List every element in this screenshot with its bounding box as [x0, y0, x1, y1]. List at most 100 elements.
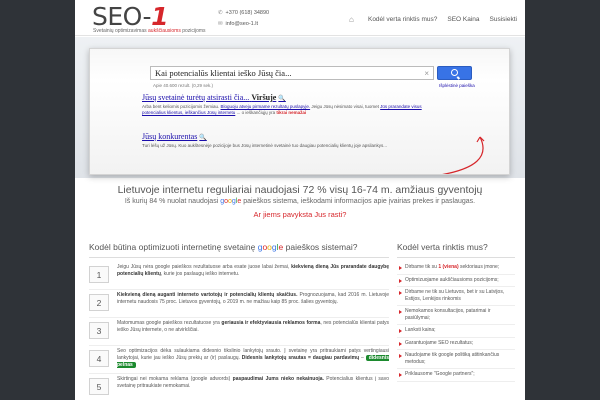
search-input-illustration: Kai potencialūs klientai ieško Jūsų čia.… — [150, 66, 434, 80]
search-illustration: Kai potencialūs klientai ieško Jūsų čia.… — [89, 48, 510, 175]
benefit-text: Dirbame tik su — [405, 264, 439, 270]
reason-text: Jeigu Jūsų nėra google paieškos rezultat… — [117, 264, 389, 278]
site-header: SEO-1 Svetainių optimizavimas aukščiausi… — [75, 0, 525, 36]
reason-text-bold: geriausia ir efektyviausia reklamos form… — [221, 320, 321, 326]
search-button-illustration — [437, 66, 472, 80]
benefit-item: Lanksti kaina; — [397, 325, 515, 338]
home-icon[interactable]: ⌂ — [349, 15, 358, 24]
phone-number: +370 (618) 34890 — [225, 10, 270, 16]
reasons-title-a: Kodėl būtina optimizuoti internetinę sve… — [89, 242, 258, 252]
contact-phone: ✆ +370 (618) 34890 — [218, 10, 269, 16]
reasons-section: Kodėl būtina optimizuoti internetinę sve… — [89, 242, 389, 400]
reason-text-bold: Kiekvieną dieną auganti interneto vartot… — [117, 292, 298, 298]
tagline-pre: Svetainių optimizavimas — [93, 28, 149, 34]
internet-usage-stat: Lietuvoje internetu reguliariai naudojas… — [117, 184, 483, 196]
reason-item: 3 Matomumas google paieškos rezultatuose … — [89, 318, 389, 346]
reason-text-bold: Didesnis lankytojų srautas = daugiau par… — [241, 355, 360, 361]
nav-item-contact[interactable]: Susisiekti — [490, 14, 517, 25]
sidebar-title: Kodėl verta rinktis mus? — [397, 242, 515, 258]
hero-section: Kai potencialūs klientai ieško Jūsų čia.… — [75, 37, 525, 178]
benefits-list: Dirbame tik su 1 (viena) sektoriaus įmon… — [397, 262, 515, 382]
reason-text-bold: paspaudimai Jums nieko nekainuoja. — [232, 376, 324, 382]
result-1-desc-c: ... o ieškančiųjų yra — [235, 110, 277, 115]
benefit-item: Optimizuojame aukščiausioms pozicijoms; — [397, 275, 515, 287]
result-1-desc-a: Arba bent keliomis pozicijomis žemiau. — [142, 104, 221, 109]
reason-item: 5 Skirtingai nei mokama reklama (google a… — [89, 374, 389, 400]
benefit-item: Naudojame tik google politiką atitinkanč… — [397, 350, 515, 369]
benefit-item: Dirbame ne tik su Lietuvos, bet ir su La… — [397, 287, 515, 306]
reason-number: 4 — [89, 350, 109, 367]
benefit-item: Nemokamos konsultacijos, patarimai ir pa… — [397, 306, 515, 325]
logo[interactable]: SEO-1 — [92, 4, 168, 30]
email-address: info@seo-1.lt — [225, 21, 259, 27]
reason-number: 3 — [89, 322, 109, 339]
reason-item: 2 Kiekvieną dieną auganti interneto varto… — [89, 290, 389, 318]
benefit-item: Priklausome "Google partners"; — [397, 369, 515, 382]
result-2-title-text: Jūsų konkurentas — [142, 132, 198, 141]
reason-item: 1 Jeigu Jūsų nėra google paieškos rezulta… — [89, 262, 389, 290]
reason-item: 4 Seo optimizacijos dėka sulaukiama dides… — [89, 346, 389, 374]
benefit-text: Naudojame tik google politiką atitinkanč… — [405, 352, 500, 365]
reason-number: 1 — [89, 266, 109, 283]
result-1-desc-b: Jeigu Jūsų nėsimato visai, tuomet — [310, 104, 381, 109]
reason-text-a: Skirtingai nei mokama reklama (google ad… — [117, 376, 233, 382]
tagline: Svetainių optimizavimas aukščiausioms po… — [93, 28, 206, 34]
benefit-text: Garantuojame SEO rezultatus; — [405, 339, 474, 346]
tagline-post: pozicijoms — [180, 28, 206, 34]
result-1-desc-link: Bloguoju atveju pirmame rezultatų puslap… — [220, 104, 311, 109]
nav-item-seo-price[interactable]: SEO Kaina — [447, 14, 479, 25]
search-icon — [451, 69, 458, 76]
reason-text: Kiekvieną dieną auganti interneto vartot… — [117, 292, 389, 306]
benefit-text-end: sektoriaus įmone; — [458, 264, 500, 270]
result-1-title: Jūsų svetainė turėtų atsirasti čia... Vi… — [142, 93, 442, 102]
call-to-action-question: Ar jiems pavyksta Jus rasti? — [253, 210, 347, 219]
google-usage-stat: Iš kurių 84 % nuolat naudojasi google pa… — [75, 198, 525, 205]
logo-slash: 1 — [151, 2, 168, 31]
reason-text: Skirtingai nei mokama reklama (google ad… — [117, 376, 389, 390]
nav-item-why-us[interactable]: Kodėl verta rinktis mus? — [368, 14, 437, 25]
reason-number: 5 — [89, 378, 109, 395]
google-usage-a: Iš kurių 84 % nuolat naudojasi — [124, 198, 221, 205]
result-1-title-bold: Viršuje — [251, 93, 277, 102]
google-usage-b: paieškos sistema, ieškodami informacijos… — [241, 198, 476, 205]
reason-text-c: , kurie jos paslaugų ieško internetu. — [160, 271, 240, 277]
benefit-text: Nemokamos konsultacijos, patarimai ir pa… — [405, 308, 491, 321]
benefit-text: Dirbame ne tik su Lietuvos, bet ir su La… — [405, 289, 505, 302]
result-1-desc-red: tikrai nemažai — [276, 110, 307, 115]
tagline-highlight: aukščiausioms — [148, 28, 181, 34]
clear-icon: × — [424, 69, 429, 78]
magnifier-icon: 🔍 — [278, 96, 286, 102]
email-icon: ✉ — [218, 21, 223, 27]
reason-text-a: Matomumas google paieškos rezultatuose y… — [117, 320, 222, 326]
reason-text: Seo optimizacijos dėka sulaukiama didesn… — [117, 348, 389, 369]
benefit-text: Priklausome "Google partners"; — [405, 371, 475, 377]
benefit-text: Lanksti kaina; — [405, 327, 436, 333]
result-stats: Apie 40.600 rezult. (0,29 sek.) — [153, 83, 214, 88]
magnifier-icon: 🔍 — [199, 135, 207, 141]
main-nav: ⌂ Kodėl verta rinktis mus? SEO Kaina Sus… — [349, 14, 517, 25]
benefit-item: Garantuojame SEO rezultatus; — [397, 338, 515, 350]
reasons-title-b: paieškos sistemai? — [283, 242, 358, 252]
reasons-title: Kodėl būtina optimizuoti internetinę sve… — [89, 242, 389, 258]
benefit-text: Optimizuojame aukščiausioms pozicijoms; — [405, 276, 499, 283]
benefit-item: Dirbame tik su 1 (viena) sektoriaus įmon… — [397, 262, 515, 275]
search-query-text: Kai potencialūs klientai ieško Jūsų čia.… — [155, 68, 292, 78]
search-result-2: Jūsų konkurentas 🔍 Turi lėšų už Jūsų. Kuo… — [142, 132, 442, 149]
contact-email[interactable]: ✉ info@seo-1.lt — [218, 21, 258, 27]
result-2-description: Turi lėšų už Jūsų. Kuo aukštesnėje pozic… — [142, 143, 387, 148]
reason-text-c: – — [359, 355, 366, 361]
reason-number: 2 — [89, 294, 109, 311]
why-us-sidebar: Kodėl verta rinktis mus? Dirbame tik su … — [397, 242, 515, 382]
advanced-search-link: Išplėstinė paieška — [439, 83, 475, 88]
statistics-band: Lietuvoje internetu reguliariai naudojas… — [75, 178, 525, 238]
search-result-1: Jūsų svetainė turėtų atsirasti čia... Vi… — [142, 93, 442, 116]
result-1-description: Arba bent keliomis pozicijomis žemiau. B… — [142, 104, 442, 116]
result-1-title-text: Jūsų svetainė turėtų atsirasti čia... — [142, 93, 250, 102]
logo-text: SEO- — [92, 2, 152, 31]
page: SEO-1 Svetainių optimizavimas aukščiausi… — [75, 0, 525, 400]
reason-text-a: Jeigu Jūsų nėra google paieškos rezultat… — [117, 264, 292, 270]
phone-icon: ✆ — [218, 10, 223, 16]
result-2-title: Jūsų konkurentas 🔍 — [142, 132, 442, 141]
reason-text: Matomumas google paieškos rezultatuose y… — [117, 320, 389, 334]
benefit-highlight: 1 (viena) — [438, 264, 459, 270]
